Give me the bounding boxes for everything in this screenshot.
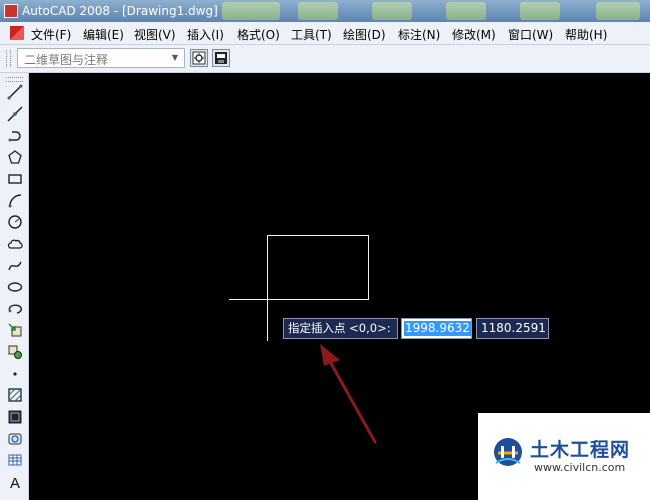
point-icon: [13, 372, 17, 376]
y-coordinate-input[interactable]: 1180.2591: [476, 318, 549, 339]
ellipse-tool-button[interactable]: [5, 278, 25, 296]
spline-tool-button[interactable]: [5, 257, 25, 275]
line-tool-button[interactable]: [5, 83, 25, 101]
crosshair-vertical-line: [267, 299, 268, 341]
hatch-tool-button[interactable]: [5, 386, 25, 404]
make-block-icon: [8, 345, 22, 359]
region-tool-button[interactable]: [5, 430, 25, 448]
arc-tool-button[interactable]: [5, 191, 25, 209]
civilcn-logo-icon: [494, 438, 522, 466]
insert-block-icon: [8, 323, 22, 337]
workspace-value: 二维草图与注释: [24, 53, 109, 67]
menu-bar: 文件(F) 编辑(E) 视图(V) 插入(I) 格式(O) 工具(T) 绘图(D…: [0, 22, 650, 45]
document-icon[interactable]: [10, 26, 24, 40]
revision-cloud-icon: [7, 239, 23, 249]
title-bar: AutoCAD 2008 - [Drawing1.dwg]: [0, 0, 650, 22]
ellipse-arc-icon: [8, 304, 23, 314]
save-workspace-button[interactable]: [212, 49, 230, 67]
line-icon: [7, 84, 23, 100]
svg-text:A: A: [10, 475, 20, 491]
crosshair-horizontal-line: [229, 299, 289, 300]
spline-icon: [8, 261, 22, 271]
menu-file[interactable]: 文件(F): [31, 26, 71, 43]
blurred-titlebar-control: [222, 2, 280, 20]
workspaces-toolbar: 二维草图与注释 ▼: [0, 45, 650, 73]
polyline-tool-button[interactable]: [5, 126, 25, 144]
annotation-arrow: [320, 344, 377, 444]
watermark-title: 土木工程网: [530, 439, 631, 461]
circle-icon: [8, 215, 22, 229]
menu-edit[interactable]: 编辑(E): [83, 26, 124, 43]
blurred-titlebar-control: [596, 2, 640, 20]
draw-toolbar: A: [0, 73, 29, 500]
blurred-titlebar-control: [520, 2, 560, 20]
x-coordinate-value: 1998.9632: [404, 321, 471, 336]
watermark-url: www.civilcn.com: [534, 461, 626, 474]
menu-help[interactable]: 帮助(H): [565, 26, 607, 43]
polyline-icon: [8, 131, 21, 142]
multiline-text-tool-button[interactable]: A: [5, 472, 25, 491]
gradient-icon: [8, 410, 22, 424]
table-icon: [8, 454, 22, 466]
menu-tools[interactable]: 工具(T): [291, 26, 332, 43]
menu-draw[interactable]: 绘图(D): [343, 26, 386, 43]
ellipse-icon: [7, 282, 23, 292]
gradient-tool-button[interactable]: [5, 408, 25, 426]
circle-tool-button[interactable]: [5, 213, 25, 231]
toolbar-grip[interactable]: [6, 77, 23, 82]
chevron-down-icon[interactable]: ▼: [168, 50, 182, 66]
menu-modify[interactable]: 修改(M): [452, 26, 496, 43]
multiline-text-icon: A: [10, 475, 20, 491]
revision-cloud-tool-button[interactable]: [5, 235, 25, 253]
menu-view[interactable]: 视图(V): [134, 26, 176, 43]
insert-block-tool-button[interactable]: [5, 321, 25, 339]
menu-insert[interactable]: 插入(I): [187, 26, 224, 43]
polygon-icon: [8, 150, 22, 164]
rectangle-icon: [8, 174, 22, 184]
workspace-settings-icon: [192, 51, 206, 65]
workspace-settings-button[interactable]: [190, 49, 208, 67]
make-block-tool-button[interactable]: [5, 343, 25, 361]
polygon-tool-button[interactable]: [5, 148, 25, 166]
table-tool-button[interactable]: [5, 451, 25, 469]
hatch-icon: [8, 388, 22, 402]
crosshair-pickbox: [267, 235, 369, 300]
point-tool-button[interactable]: [5, 365, 25, 383]
menu-window[interactable]: 窗口(W): [508, 26, 553, 43]
insertion-point-prompt: 指定插入点 <0,0>:: [283, 318, 398, 339]
region-icon: [8, 433, 22, 445]
ellipse-arc-tool-button[interactable]: [5, 300, 25, 318]
blurred-titlebar-control: [372, 2, 412, 20]
rectangle-tool-button[interactable]: [5, 170, 25, 188]
construction-line-icon: [7, 106, 23, 122]
blurred-titlebar-control: [446, 2, 486, 20]
menu-dimension[interactable]: 标注(N): [398, 26, 440, 43]
window-title: AutoCAD 2008 - [Drawing1.dwg]: [22, 4, 218, 18]
menu-format[interactable]: 格式(O): [237, 26, 280, 43]
construction-line-tool-button[interactable]: [5, 105, 25, 123]
save-workspace-icon: [215, 52, 227, 64]
toolbar-grip[interactable]: [6, 50, 11, 67]
autocad-app-icon[interactable]: [4, 4, 18, 18]
arc-icon: [8, 194, 22, 208]
blurred-titlebar-control: [298, 2, 338, 20]
watermark: 土木工程网 www.civilcn.com: [478, 413, 650, 500]
workspace-dropdown[interactable]: 二维草图与注释 ▼: [17, 48, 185, 68]
x-coordinate-input[interactable]: 1998.9632: [401, 318, 472, 339]
